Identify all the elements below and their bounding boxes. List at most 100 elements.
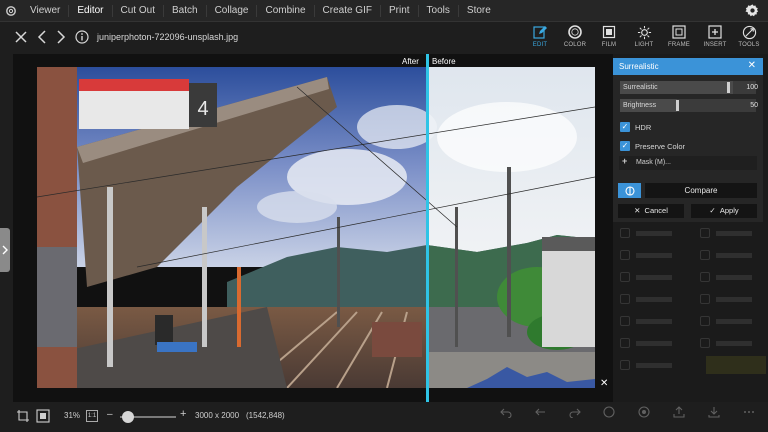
panel-title: Surrealistic [619, 62, 659, 71]
editor-toolbar: juniperphoton-722096-unsplash.jpg EDIT C… [0, 22, 768, 54]
chevron-right-icon [2, 245, 8, 255]
mask-button[interactable]: + Mask (M)... [619, 156, 757, 170]
previous-arrow-icon[interactable] [37, 30, 47, 49]
menu-item-combine[interactable]: Combine [256, 4, 313, 17]
menu-item-viewer[interactable]: Viewer [22, 5, 68, 17]
tools-icon [731, 24, 767, 40]
app-logo-icon[interactable] [0, 0, 22, 22]
surrealistic-slider-knob[interactable] [727, 82, 730, 93]
tool-color-label: COLOR [563, 42, 587, 48]
fit-screen-icon[interactable] [36, 409, 50, 425]
brightness-slider-value[interactable]: 50 [750, 102, 758, 109]
tool-insert[interactable]: INSERT [697, 24, 733, 52]
frame-icon [661, 24, 697, 40]
tool-edit[interactable]: EDIT [522, 24, 558, 52]
left-panel-toggle[interactable] [0, 228, 10, 272]
menu-item-editor[interactable]: Editor [68, 4, 111, 17]
more-icon [744, 411, 754, 413]
hdr-label: HDR [635, 123, 652, 132]
preserve-color-label: Preserve Color [635, 142, 686, 151]
actual-size-button[interactable]: 1:1 [86, 410, 98, 422]
cursor-position: (1542,848) [246, 411, 285, 420]
close-icon[interactable] [14, 30, 28, 49]
after-label: After [402, 57, 419, 66]
cancel-x-icon: ✕ [634, 206, 641, 215]
redo-button[interactable] [560, 405, 590, 423]
save-button[interactable] [699, 405, 729, 423]
tool-edit-label: EDIT [532, 42, 548, 48]
share-button[interactable] [664, 405, 694, 423]
menu-item-batch[interactable]: Batch [162, 4, 206, 17]
crop-icon[interactable] [16, 409, 30, 425]
menu-bar: Viewer Editor Cut Out Batch Collage Comb… [0, 0, 768, 22]
brightness-slider-label: Brightness [623, 102, 657, 109]
file-name: juniperphoton-722096-unsplash.jpg [97, 32, 239, 42]
tool-frame-label: FRAME [668, 42, 690, 48]
menu-item-store[interactable]: Store [457, 4, 499, 17]
hdr-checkbox[interactable]: ✓ [620, 122, 630, 132]
undo-all-button[interactable] [526, 405, 556, 423]
compare-toggle-button[interactable] [618, 183, 641, 198]
tool-tools[interactable]: TOOLS [731, 24, 767, 52]
menu-item-cut-out[interactable]: Cut Out [111, 4, 163, 17]
status-bar: 31% 1:1 – + 3000 x 2000 (1542,848) [0, 402, 768, 432]
tool-tools-label: TOOLS [738, 42, 760, 48]
edit-icon [522, 24, 558, 40]
redo-icon [569, 408, 581, 419]
menu-item-collage[interactable]: Collage [205, 4, 257, 17]
brightness-slider-knob[interactable] [676, 100, 679, 111]
preserve-color-checkbox[interactable]: ✓ [620, 141, 630, 151]
more-button[interactable] [734, 405, 764, 423]
original-icon [603, 406, 615, 418]
tool-insert-label: INSERT [703, 42, 727, 48]
cancel-label: Cancel [644, 206, 668, 215]
share-icon [673, 406, 685, 418]
zoom-level: 31% [64, 411, 81, 420]
compare-split-handle[interactable] [426, 54, 429, 402]
before-label: Before [432, 57, 456, 66]
zoom-out-icon[interactable]: – [107, 409, 113, 420]
apply-check-icon: ✓ [709, 206, 716, 215]
compare-toggle-icon [624, 185, 635, 196]
tool-film[interactable]: FILM [591, 24, 627, 52]
info-icon[interactable] [75, 30, 89, 49]
apply-label: Apply [719, 206, 739, 215]
tool-light[interactable]: LIGHT [626, 24, 662, 52]
next-arrow-icon[interactable] [56, 30, 66, 49]
tool-color[interactable]: COLOR [557, 24, 593, 52]
surrealistic-panel: Surrealistic ✕ Surrealistic 100 Brightne… [613, 58, 763, 222]
menu-item-tools[interactable]: Tools [417, 4, 458, 17]
svg-text:4: 4 [197, 98, 208, 120]
panel-close-icon[interactable]: ✕ [748, 60, 756, 71]
save-icon [708, 407, 720, 418]
insert-icon [697, 24, 733, 40]
menu-item-create-gif[interactable]: Create GIF [313, 4, 380, 17]
effects-grid [620, 222, 766, 400]
color-icon [557, 24, 593, 40]
photo-preview[interactable]: 4 [37, 67, 595, 388]
surrealistic-slider[interactable]: Surrealistic 100 [620, 81, 758, 94]
zoom-slider-knob[interactable] [122, 411, 134, 423]
mask-plus-icon: + [622, 156, 628, 166]
undo-button[interactable] [491, 405, 521, 424]
image-dimensions: 3000 x 2000 [195, 411, 240, 420]
compare-view-button[interactable] [629, 405, 659, 423]
close-compare-icon[interactable]: ✕ [600, 378, 608, 389]
mask-label: Mask (M)... [636, 159, 671, 166]
apply-button[interactable]: ✓ Apply [691, 204, 757, 218]
settings-gear-icon[interactable] [745, 3, 760, 23]
cancel-button[interactable]: ✕ Cancel [618, 204, 684, 218]
film-icon [591, 24, 627, 40]
menu-item-print[interactable]: Print [379, 4, 418, 17]
surrealistic-slider-value[interactable]: 100 [746, 84, 758, 91]
tool-film-label: FILM [601, 42, 617, 48]
compare-view-icon [638, 406, 650, 418]
undo-icon [500, 408, 512, 419]
tool-frame[interactable]: FRAME [661, 24, 697, 52]
brightness-slider[interactable]: Brightness 50 [620, 99, 758, 112]
original-button[interactable] [594, 405, 624, 423]
compare-button[interactable]: Compare [645, 183, 757, 198]
light-icon [626, 24, 662, 40]
undo-all-icon [535, 408, 545, 416]
zoom-in-icon[interactable]: + [180, 408, 186, 420]
